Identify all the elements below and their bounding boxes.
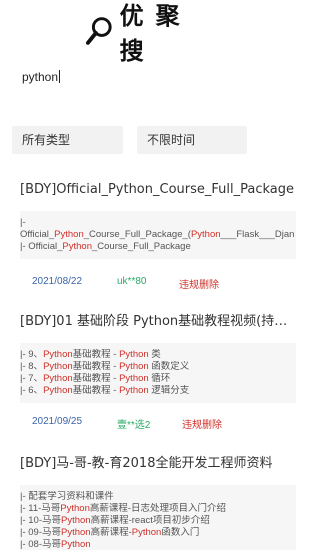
snippet-text: 高薪课程-日志处理项目入门介绍: [89, 503, 227, 514]
snippet-text: 基础教程 -: [72, 373, 120, 384]
snippet-text: |- 11-马哥: [20, 503, 61, 514]
result-uploader[interactable]: uk**80: [117, 276, 146, 287]
result-title[interactable]: [BDY]01 基础阶段 Python基础教程视频(持续更新): [20, 310, 296, 329]
search-input[interactable]: python: [22, 70, 61, 84]
highlight-keyword: Python: [119, 361, 149, 372]
snippet-text: |- 08-马哥: [20, 539, 62, 550]
result-item[interactable]: [BDY]01 基础阶段 Python基础教程视频(持续更新) |- 9、Pyt…: [20, 310, 296, 403]
highlight-keyword: Python: [119, 349, 149, 360]
snippet-line: |- 6、Python基础教程 - Python 逻辑分支: [20, 385, 294, 397]
highlight-keyword: Python: [60, 503, 90, 514]
snippet-text: 类: [148, 349, 161, 360]
highlight-keyword: Python: [43, 361, 73, 372]
result-item[interactable]: [BDY]马-哥-教-育2018全能开发工程师资料 |- 配套学习资料和课件 |-…: [20, 452, 296, 550]
snippet-text: _Course_Full_Package_(: [83, 229, 191, 240]
result-snippet: |- Official_Python_Course_Full_Package_(P…: [20, 211, 296, 259]
result-snippet: |- 配套学习资料和课件 |- 11-马哥Python高薪课程-日志处理项目入门介…: [20, 485, 296, 550]
highlight-keyword: Python: [131, 527, 162, 538]
snippet-text: |- 09-马哥: [20, 527, 62, 538]
snippet-text: ___Flask___Django: [220, 229, 294, 240]
snippet-text: |- 配套学习资料和课件: [20, 491, 114, 502]
snippet-text: |- 8、: [20, 361, 44, 372]
snippet-line: |- 配套学习资料和课件: [20, 491, 294, 503]
snippet-line: Official_Python_Course_Full_Package_(Pyt…: [20, 229, 294, 241]
result-title[interactable]: [BDY]Official_Python_Course_Full_Package: [20, 182, 296, 197]
text-caret: [59, 70, 61, 83]
snippet-line: |- 9、Python基础教程 - Python 类: [20, 349, 294, 361]
highlight-keyword: Python: [54, 229, 84, 240]
result-uploader[interactable]: 壹**选2: [117, 416, 150, 431]
highlight-keyword: Python: [119, 373, 149, 384]
snippet-text: 基础教程 -: [72, 361, 120, 372]
result-date: 2021/08/22: [32, 276, 83, 287]
app-header: 优聚搜: [0, 0, 309, 65]
highlight-keyword: Python: [43, 373, 73, 384]
snippet-line: |- 7、Python基础教程 - Python 循环: [20, 373, 294, 385]
snippet-text: 逻辑分支: [148, 385, 190, 396]
snippet-text: |- Official_: [20, 241, 63, 252]
snippet-text: 循环: [148, 373, 171, 384]
time-filter-dropdown[interactable]: 不限时间: [137, 126, 247, 154]
snippet-text: |- 7、: [20, 373, 44, 384]
snippet-line: |- 11-马哥Python高薪课程-日志处理项目入门介绍: [20, 503, 294, 515]
snippet-line: |- Official_Python_Course_Full_Package: [20, 241, 294, 253]
result-date: 2021/09/25: [32, 416, 83, 427]
app-logo: 优聚搜: [86, 2, 226, 65]
highlight-keyword: Python: [119, 385, 149, 396]
snippet-text: |- 9、: [20, 349, 44, 360]
snippet-line: |- 09-马哥Python高薪课程-Python函数入门: [20, 527, 294, 539]
highlight-keyword: Python: [61, 539, 91, 550]
snippet-text: 高薪课程-react项目初步介绍: [90, 515, 210, 526]
search-box[interactable]: python: [12, 62, 297, 96]
snippet-text: 基础教程 -: [72, 349, 120, 360]
snippet-text: 高薪课程-: [90, 527, 132, 538]
snippet-text: _Course_Full_Package: [92, 241, 191, 252]
highlight-keyword: Python: [61, 515, 91, 526]
highlight-keyword: Python: [190, 229, 221, 240]
report-button[interactable]: 违规删除: [179, 276, 219, 291]
snippet-text: |-: [20, 217, 26, 228]
snippet-line: |- 10-马哥Python高薪课程-react项目初步介绍: [20, 515, 294, 527]
snippet-text: |- 10-马哥: [20, 515, 62, 526]
result-item[interactable]: [BDY]Official_Python_Course_Full_Package…: [20, 182, 296, 259]
snippet-text: 函数入门: [161, 527, 200, 538]
highlight-keyword: Python: [61, 527, 91, 538]
search-query-text: python: [22, 70, 59, 84]
snippet-text: Official_: [20, 229, 55, 240]
result-snippet: |- 9、Python基础教程 - Python 类 |- 8、Python基础教…: [20, 343, 296, 403]
snippet-text: |- 6、: [20, 385, 44, 396]
magnifier-icon: [86, 17, 112, 45]
app-title: 优聚搜: [119, 2, 192, 65]
result-title[interactable]: [BDY]马-哥-教-育2018全能开发工程师资料: [20, 452, 296, 471]
type-filter-dropdown[interactable]: 所有类型: [12, 126, 123, 154]
snippet-line: |- 8、Python基础教程 - Python 函数定义: [20, 361, 294, 373]
highlight-keyword: Python: [62, 241, 92, 252]
snippet-text: 函数定义: [148, 361, 190, 372]
report-button[interactable]: 违规删除: [182, 416, 222, 431]
snippet-line: |- 08-马哥Python: [20, 539, 294, 550]
highlight-keyword: Python: [43, 385, 73, 396]
highlight-keyword: Python: [43, 349, 73, 360]
snippet-line: |-: [20, 217, 294, 229]
snippet-text: 基础教程 -: [72, 385, 120, 396]
